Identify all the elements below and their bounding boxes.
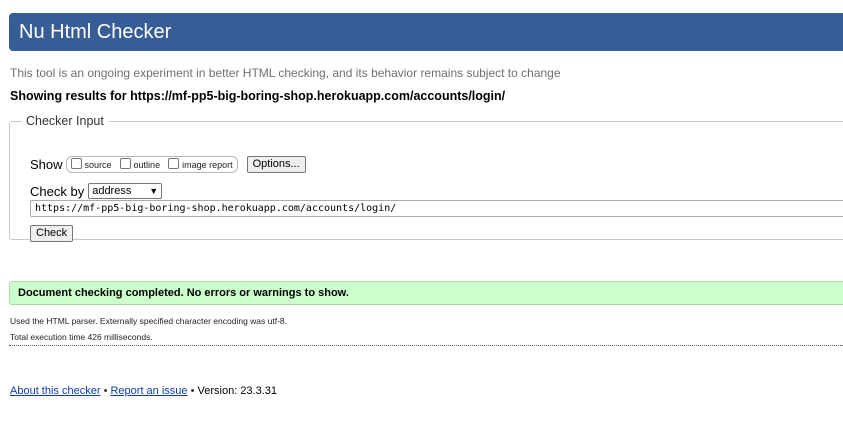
show-label: Show	[30, 157, 63, 172]
show-options-group: source outline image report	[65, 156, 238, 173]
show-row: Show source outline image report Options…	[30, 156, 306, 173]
chevron-down-icon: ▼	[149, 186, 159, 196]
show-image-report-option[interactable]: image report	[168, 158, 233, 170]
report-issue-link[interactable]: Report an issue	[110, 385, 187, 397]
footer-separator-1: •	[103, 385, 108, 397]
result-details: Used the HTML parser. Externally specifi…	[10, 313, 287, 345]
footer-separator-2: •	[190, 385, 195, 397]
footer: About this checker • Report an issue • V…	[10, 385, 277, 397]
url-input[interactable]: https://mf-pp5-big-boring-shop.herokuapp…	[30, 200, 843, 217]
show-source-option[interactable]: source	[70, 158, 112, 170]
checker-input-fieldset: Checker Input Show source outline image …	[9, 114, 843, 242]
image-report-checkbox-label: image report	[182, 159, 233, 170]
execution-time: Total execution time 426 milliseconds.	[10, 332, 153, 342]
source-checkbox-label: source	[84, 159, 112, 170]
page-title: Nu Html Checker	[19, 21, 172, 43]
image-report-checkbox[interactable]	[168, 158, 180, 169]
check-by-select[interactable]: address ▼	[88, 183, 163, 199]
check-by-row: Check by address ▼	[30, 183, 163, 199]
about-checker-link[interactable]: About this checker	[10, 385, 101, 397]
outline-checkbox-label: outline	[133, 159, 161, 170]
version-text: Version: 23.3.31	[197, 385, 278, 397]
parser-note: Used the HTML parser. Externally specifi…	[10, 316, 288, 326]
dotted-divider	[9, 345, 843, 346]
outline-checkbox[interactable]	[119, 158, 131, 169]
check-by-selected-value: address	[92, 185, 132, 197]
checker-input-legend: Checker Input	[26, 114, 104, 128]
success-message: Document checking completed. No errors o…	[18, 287, 349, 299]
options-button[interactable]: Options...	[246, 156, 306, 173]
showing-results-text: Showing results for https://mf-pp5-big-b…	[10, 89, 506, 103]
header-bar: Nu Html Checker	[9, 13, 843, 51]
source-checkbox[interactable]	[70, 158, 82, 169]
check-button[interactable]: Check	[30, 225, 74, 242]
check-by-label: Check by	[30, 183, 85, 199]
show-outline-option[interactable]: outline	[119, 158, 161, 170]
intro-text: This tool is an ongoing experiment in be…	[10, 66, 561, 80]
success-message-box: Document checking completed. No errors o…	[9, 281, 843, 305]
